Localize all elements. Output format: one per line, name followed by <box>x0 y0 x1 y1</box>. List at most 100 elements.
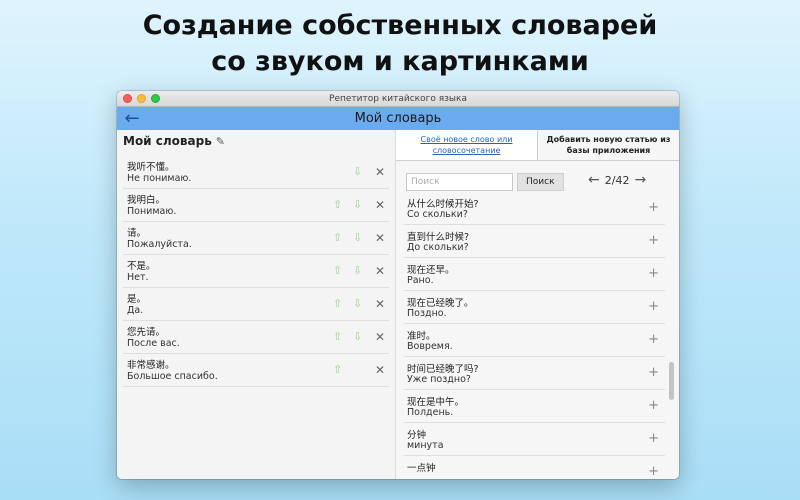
chinese-phrase: 我听不懂。 <box>127 162 175 173</box>
translation: Рано. <box>407 275 434 286</box>
list-item[interactable]: 现在是中午。 Полдень. + <box>404 390 665 423</box>
scrollbar-thumb[interactable] <box>669 362 674 400</box>
chinese-phrase: 现在还早。 <box>407 265 455 276</box>
list-item[interactable]: 现在已经晚了。 Поздно. + <box>404 291 665 324</box>
delete-icon[interactable]: ✕ <box>375 264 385 278</box>
add-entry-pane: Своё новое слово или словосочетание Доба… <box>396 130 679 479</box>
chinese-phrase: 是。 <box>127 294 147 305</box>
list-item[interactable]: 您先请。 После вас. ⇧ ⇩ ✕ <box>123 321 389 354</box>
list-item[interactable]: 从什么时候开始? Со скольки? + <box>404 192 665 225</box>
move-down-icon[interactable]: ⇩ <box>353 198 362 212</box>
translation: Да. <box>127 305 144 316</box>
close-window-button[interactable] <box>123 94 132 103</box>
add-plus-icon[interactable]: + <box>648 465 659 479</box>
chinese-phrase: 从什么时候开始? <box>407 199 479 210</box>
move-up-icon[interactable]: ⇧ <box>333 297 342 311</box>
move-up-icon[interactable]: ⇧ <box>333 264 342 278</box>
my-dictionary-pane: Мой словарь ✎ 我听不懂。 Не понимаю. ⇩ ✕ 我明白。 Пони… <box>117 130 396 479</box>
delete-icon[interactable]: ✕ <box>375 363 385 377</box>
move-down-icon[interactable]: ⇩ <box>353 297 362 311</box>
translation: Вовремя. <box>407 341 453 352</box>
chinese-phrase: 现在已经晚了。 <box>407 298 474 309</box>
move-down-icon[interactable]: ⇩ <box>353 330 362 344</box>
dictionary-title: Мой словарь ✎ <box>123 134 225 148</box>
translation: Не понимаю. <box>127 173 192 184</box>
move-down-icon[interactable]: ⇩ <box>353 231 362 245</box>
tab-app-database[interactable]: Добавить новую статью из базы приложения <box>538 130 679 160</box>
chinese-phrase: 一点钟 <box>407 463 436 474</box>
nav-title: Мой словарь <box>354 111 442 126</box>
move-up-icon[interactable]: ⇧ <box>333 363 342 377</box>
list-item[interactable]: 一点钟 + <box>404 456 665 479</box>
add-plus-icon[interactable]: + <box>648 432 659 446</box>
entry-source-tabs: Своё новое слово или словосочетание Доба… <box>396 130 679 161</box>
delete-icon[interactable]: ✕ <box>375 330 385 344</box>
add-plus-icon[interactable]: + <box>648 267 659 281</box>
add-plus-icon[interactable]: + <box>648 366 659 380</box>
chinese-phrase: 分钟 <box>407 430 427 441</box>
search-row: Поиск <box>406 173 564 191</box>
phrase-list: 从什么时候开始? Со скольки? + 直到什么时候? До скольки? + 现… <box>404 192 665 479</box>
add-plus-icon[interactable]: + <box>648 234 659 248</box>
add-plus-icon[interactable]: + <box>648 201 659 215</box>
tab-own-word[interactable]: Своё новое слово или словосочетание <box>396 130 538 160</box>
move-down-icon[interactable]: ⇩ <box>353 264 362 278</box>
move-up-icon[interactable]: ⇧ <box>333 198 342 212</box>
list-item[interactable]: 现在还早。 Рано. + <box>404 258 665 291</box>
list-item[interactable]: 我明白。 Понимаю. ⇧ ⇩ ✕ <box>123 189 389 222</box>
search-button[interactable]: Поиск <box>517 173 564 191</box>
minimize-window-button[interactable] <box>137 94 146 103</box>
delete-icon[interactable]: ✕ <box>375 198 385 212</box>
content-area: Мой словарь ✎ 我听不懂。 Не понимаю. ⇩ ✕ 我明白。 Пони… <box>117 130 679 479</box>
app-window: Репетитор китайского языка ← Мой словарь… <box>117 91 679 479</box>
pencil-icon[interactable]: ✎ <box>216 135 225 148</box>
pager: ← 2/42 → <box>588 172 646 188</box>
translation: Понимаю. <box>127 206 177 217</box>
chinese-phrase: 不是。 <box>127 261 156 272</box>
add-plus-icon[interactable]: + <box>648 333 659 347</box>
headline-line-1: Создание собственных словарей <box>142 10 658 41</box>
next-page-icon[interactable]: → <box>634 172 646 188</box>
chinese-phrase: 准时。 <box>407 331 436 342</box>
move-down-icon[interactable]: ⇩ <box>353 165 362 179</box>
back-arrow-icon[interactable]: ← <box>122 109 142 128</box>
translation: минута <box>407 440 444 451</box>
chinese-phrase: 您先请。 <box>127 327 166 338</box>
move-up-icon[interactable]: ⇧ <box>333 330 342 344</box>
promo-headline: Создание собственных словарей со звуком … <box>0 8 800 80</box>
move-up-icon[interactable]: ⇧ <box>333 231 342 245</box>
translation: Нет. <box>127 272 149 283</box>
translation: Полдень. <box>407 407 454 418</box>
window-controls <box>123 94 160 103</box>
navigation-bar: ← Мой словарь <box>117 107 679 130</box>
translation: Поздно. <box>407 308 447 319</box>
add-plus-icon[interactable]: + <box>648 300 659 314</box>
translation: Уже поздно? <box>407 374 471 385</box>
list-item[interactable]: 我听不懂。 Не понимаю. ⇩ ✕ <box>123 156 389 189</box>
list-item[interactable]: 不是。 Нет. ⇧ ⇩ ✕ <box>123 255 389 288</box>
dictionary-title-text: Мой словарь <box>123 134 212 148</box>
zoom-window-button[interactable] <box>151 94 160 103</box>
list-item[interactable]: 非常感谢。 Большое спасибо. ⇧ ✕ <box>123 354 389 387</box>
delete-icon[interactable]: ✕ <box>375 231 385 245</box>
list-item[interactable]: 请。 Пожалуйста. ⇧ ⇩ ✕ <box>123 222 389 255</box>
delete-icon[interactable]: ✕ <box>375 297 385 311</box>
add-plus-icon[interactable]: + <box>648 399 659 413</box>
chinese-phrase: 直到什么时候? <box>407 232 470 243</box>
delete-icon[interactable]: ✕ <box>375 165 385 179</box>
translation: Пожалуйста. <box>127 239 192 250</box>
chinese-phrase: 现在是中午。 <box>407 397 465 408</box>
prev-page-icon[interactable]: ← <box>588 172 600 188</box>
list-item[interactable]: 准时。 Вовремя. + <box>404 324 665 357</box>
search-input[interactable] <box>406 173 513 191</box>
list-item[interactable]: 分钟 минута + <box>404 423 665 456</box>
window-title: Репетитор китайского языка <box>329 94 467 104</box>
translation: Со скольки? <box>407 209 468 220</box>
chinese-phrase: 非常感谢。 <box>127 360 175 371</box>
list-item[interactable]: 直到什么时候? До скольки? + <box>404 225 665 258</box>
list-item[interactable]: 时间已经晚了吗? Уже поздно? + <box>404 357 665 390</box>
dictionary-list: 我听不懂。 Не понимаю. ⇩ ✕ 我明白。 Понимаю. ⇧ ⇩ ✕ 请。 Пожал… <box>123 156 389 387</box>
list-item[interactable]: 是。 Да. ⇧ ⇩ ✕ <box>123 288 389 321</box>
page-indicator: 2/42 <box>604 173 630 187</box>
headline-line-2: со звуком и картинками <box>211 46 589 77</box>
